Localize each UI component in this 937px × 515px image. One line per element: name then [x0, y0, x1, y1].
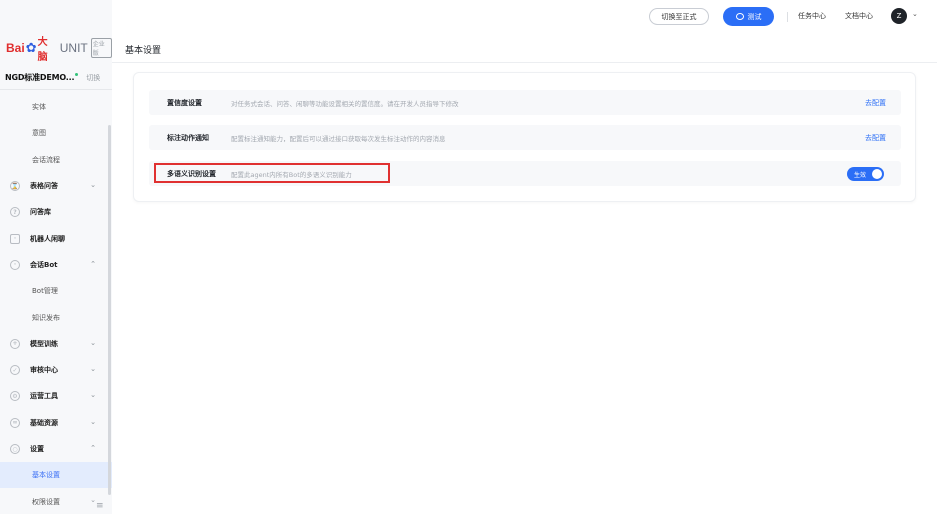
title-divider [112, 62, 937, 63]
settings-icon: ○ [10, 444, 20, 454]
sidebar-item-label: 基本设置 [32, 471, 60, 480]
sidebar-item-knowledge-publish[interactable]: 知识发布 [0, 304, 112, 330]
baidu-unit-logo[interactable]: Bai ✿ 大脑 UNIT 企业版 [6, 33, 112, 63]
sidebar-item-review-center[interactable]: ✓ 审核中心 ⌄ [0, 357, 112, 383]
bot-icon: · [10, 259, 20, 270]
agent-switch-link[interactable]: 切换 [86, 73, 100, 83]
avatar-letter: Z [896, 12, 902, 20]
sidebar-item-dialog-flow[interactable]: 会话流程 [0, 147, 112, 173]
page-title: 基本设置 [125, 46, 162, 56]
test-button[interactable]: 测试 [723, 7, 774, 26]
doc-center-link[interactable]: 文档中心 [845, 11, 873, 21]
configure-link[interactable]: 去配置 [865, 98, 886, 108]
logo-bai: Bai [6, 41, 25, 55]
status-dot [75, 72, 79, 76]
chevron-down-icon: ⌄ [90, 364, 96, 373]
avatar[interactable]: Z [891, 8, 907, 24]
sidebar-item-table-qa[interactable]: ⌛ 表格问答 ⌄ [0, 173, 112, 199]
sidebar-scrollbar[interactable] [108, 125, 111, 495]
sidebar-item-base-resources[interactable]: ∞ 基础资源 ⌄ [0, 410, 112, 436]
topbar-divider [787, 12, 788, 22]
agent-name: NGD标准DEMO... [5, 73, 75, 82]
sidebar-item-qa-library[interactable]: ? 问答库 [0, 199, 112, 225]
setting-row-annotation-notify: 标注动作通知 配置标注通知能力，配置后可以通过接口获取每次发生标注动作的内容消息… [149, 125, 901, 150]
chevron-down-icon: ⌄ [90, 180, 96, 189]
sidebar-item-label: 权限设置 [32, 497, 60, 506]
chevron-down-icon: ⌄ [90, 391, 96, 400]
sidebar-item-dialog-bot[interactable]: · 会话Bot ⌃ [0, 252, 112, 278]
paw-icon: ✿ [25, 40, 37, 56]
chat-bubble-icon [735, 13, 744, 20]
sidebar-item-label: 模型训练 [30, 339, 58, 348]
setting-name: 标注动作通知 [167, 134, 209, 142]
edition-badge: 企业版 [90, 38, 112, 58]
sidebar-item-label: 问答库 [30, 208, 51, 217]
sidebar-item-intent[interactable]: 意图 [0, 120, 112, 146]
sidebar: Bai ✿ 大脑 UNIT 企业版 NGD标准DEMO... 切换 实体 意图 … [0, 0, 112, 514]
setting-row-confidence: 置信度设置 对任务式会话、问答、闲聊等功能设置相关的置信度。请在开发人员指导下修… [149, 90, 901, 115]
sidebar-item-label: 实体 [32, 103, 46, 112]
table-icon: ⌛ [10, 181, 20, 192]
sidebar-item-label: 表格问答 [30, 182, 58, 191]
model-icon: + [10, 338, 20, 349]
multi-semantic-toggle[interactable]: 生效 [847, 167, 884, 181]
sidebar-item-settings[interactable]: ○ 设置 ⌃ [0, 436, 112, 462]
sidebar-item-label: 知识发布 [32, 313, 60, 322]
toggle-knob [872, 169, 882, 179]
sidebar-divider [0, 89, 112, 90]
sidebar-item-label: 会话Bot [30, 260, 58, 269]
chevron-up-icon: ⌃ [90, 443, 96, 452]
agent-selector[interactable]: NGD标准DEMO... 切换 [5, 72, 111, 83]
settings-card: 置信度设置 对任务式会话、问答、闲聊等功能设置相关的置信度。请在开发人员指导下修… [133, 72, 916, 202]
setting-name: 置信度设置 [167, 99, 202, 107]
resource-icon: ∞ [10, 417, 20, 428]
highlight-box [154, 163, 390, 183]
sidebar-item-label: 机器人闲聊 [30, 234, 65, 243]
sidebar-item-model-training[interactable]: + 模型训练 ⌄ [0, 331, 112, 357]
logo-unit: UNIT [59, 41, 88, 55]
tool-icon: ⚙ [10, 391, 20, 402]
sidebar-item-bot-management[interactable]: Bot管理 [0, 278, 112, 304]
test-button-label: 测试 [747, 12, 762, 21]
sidebar-nav: 实体 意图 会话流程 ⌛ 表格问答 ⌄ ? 问答库 · 机器人闲聊 · 会话Bot ⌃ Bo… [0, 94, 112, 515]
sidebar-item-ops-tools[interactable]: ⚙ 运营工具 ⌄ [0, 383, 112, 409]
sidebar-item-basic-settings[interactable]: 基本设置 [0, 462, 112, 489]
configure-link[interactable]: 去配置 [865, 133, 886, 143]
toggle-label: 生效 [854, 172, 867, 179]
sidebar-item-label: 会话流程 [32, 155, 60, 164]
collapse-icon[interactable]: ≡ [96, 501, 104, 511]
logo-dana: 大脑 [37, 37, 48, 63]
sidebar-item-entity[interactable]: 实体 [0, 94, 112, 120]
chevron-down-icon[interactable]: ⌄ [912, 10, 918, 18]
chevron-down-icon: ⌄ [90, 338, 96, 347]
chevron-up-icon: ⌃ [90, 259, 96, 268]
sidebar-item-label: 审核中心 [30, 366, 58, 375]
sidebar-item-label: Bot管理 [32, 287, 58, 296]
sidebar-item-label: 基础资源 [30, 418, 58, 427]
sidebar-item-label: 设置 [30, 445, 44, 453]
switch-to-formal-button[interactable]: 切换至正式 [649, 8, 709, 25]
setting-desc: 配置标注通知能力，配置后可以通过接口获取每次发生标注动作的内容消息 [231, 135, 446, 143]
sidebar-item-label: 意图 [32, 129, 46, 138]
sidebar-item-label: 运营工具 [30, 392, 58, 401]
sidebar-item-chitchat[interactable]: · 机器人闲聊 [0, 225, 112, 251]
setting-desc: 对任务式会话、问答、闲聊等功能设置相关的置信度。请在开发人员指导下修改 [231, 100, 459, 108]
question-icon: ? [10, 207, 20, 218]
chat-icon: · [10, 233, 20, 244]
task-center-link[interactable]: 任务中心 [798, 11, 826, 21]
chevron-down-icon: ⌄ [90, 417, 96, 426]
shield-icon: ✓ [10, 365, 20, 376]
